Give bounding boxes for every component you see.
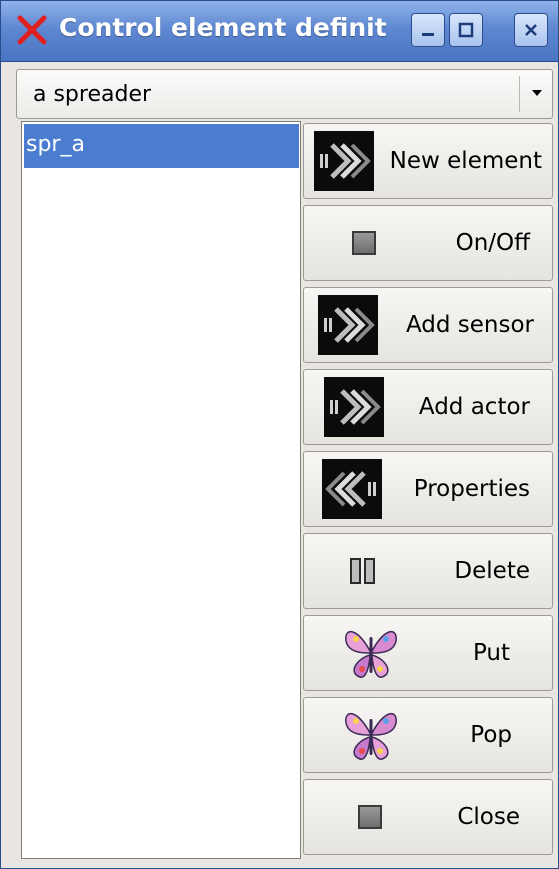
red-x-icon [17, 15, 47, 45]
close-button[interactable]: Close [303, 779, 553, 855]
properties-button[interactable]: Properties [303, 451, 553, 527]
forward-arrows-icon [324, 377, 384, 437]
add-actor-button[interactable]: Add actor [303, 369, 553, 445]
element-list[interactable]: spr_a [21, 121, 301, 859]
forward-arrows-icon [318, 295, 378, 355]
close-label: Close [457, 804, 520, 830]
pause-icon [350, 558, 375, 584]
put-label: Put [472, 640, 510, 666]
close-window-button[interactable] [514, 13, 548, 47]
new-element-label: New element [389, 148, 542, 174]
on-off-button[interactable]: On/Off [303, 205, 553, 281]
title-bar[interactable]: Control element definit [1, 1, 558, 62]
add-actor-label: Add actor [418, 394, 530, 420]
square-icon [352, 231, 376, 255]
close-icon [525, 24, 537, 36]
delete-button[interactable]: Delete [303, 533, 553, 609]
minimize-icon [422, 33, 434, 36]
maximize-button[interactable] [449, 13, 483, 47]
minimize-button[interactable] [411, 13, 445, 47]
delete-label: Delete [454, 558, 530, 584]
list-item[interactable]: spr_a [24, 124, 299, 168]
butterfly-icon [345, 713, 397, 760]
control-element-window: Control element definit a spreader spr_a [0, 0, 559, 869]
put-button[interactable]: Put [303, 615, 553, 691]
square-icon [358, 805, 382, 829]
maximize-icon [458, 22, 474, 38]
add-sensor-button[interactable]: Add sensor [303, 287, 553, 363]
pop-label: Pop [470, 722, 512, 748]
on-off-label: On/Off [455, 230, 530, 256]
select-divider [519, 76, 520, 112]
properties-label: Properties [413, 476, 530, 502]
pop-button[interactable]: Pop [303, 697, 553, 773]
forward-arrows-icon [314, 131, 374, 191]
select-value: a spreader [33, 82, 152, 107]
window-title: Control element definit [59, 13, 387, 42]
butterfly-icon [345, 631, 397, 678]
backward-arrows-icon [322, 459, 382, 519]
new-element-button[interactable]: New element [303, 123, 553, 199]
add-sensor-label: Add sensor [405, 312, 534, 338]
chevron-down-icon[interactable] [530, 88, 544, 98]
element-type-select[interactable]: a spreader [16, 69, 553, 119]
